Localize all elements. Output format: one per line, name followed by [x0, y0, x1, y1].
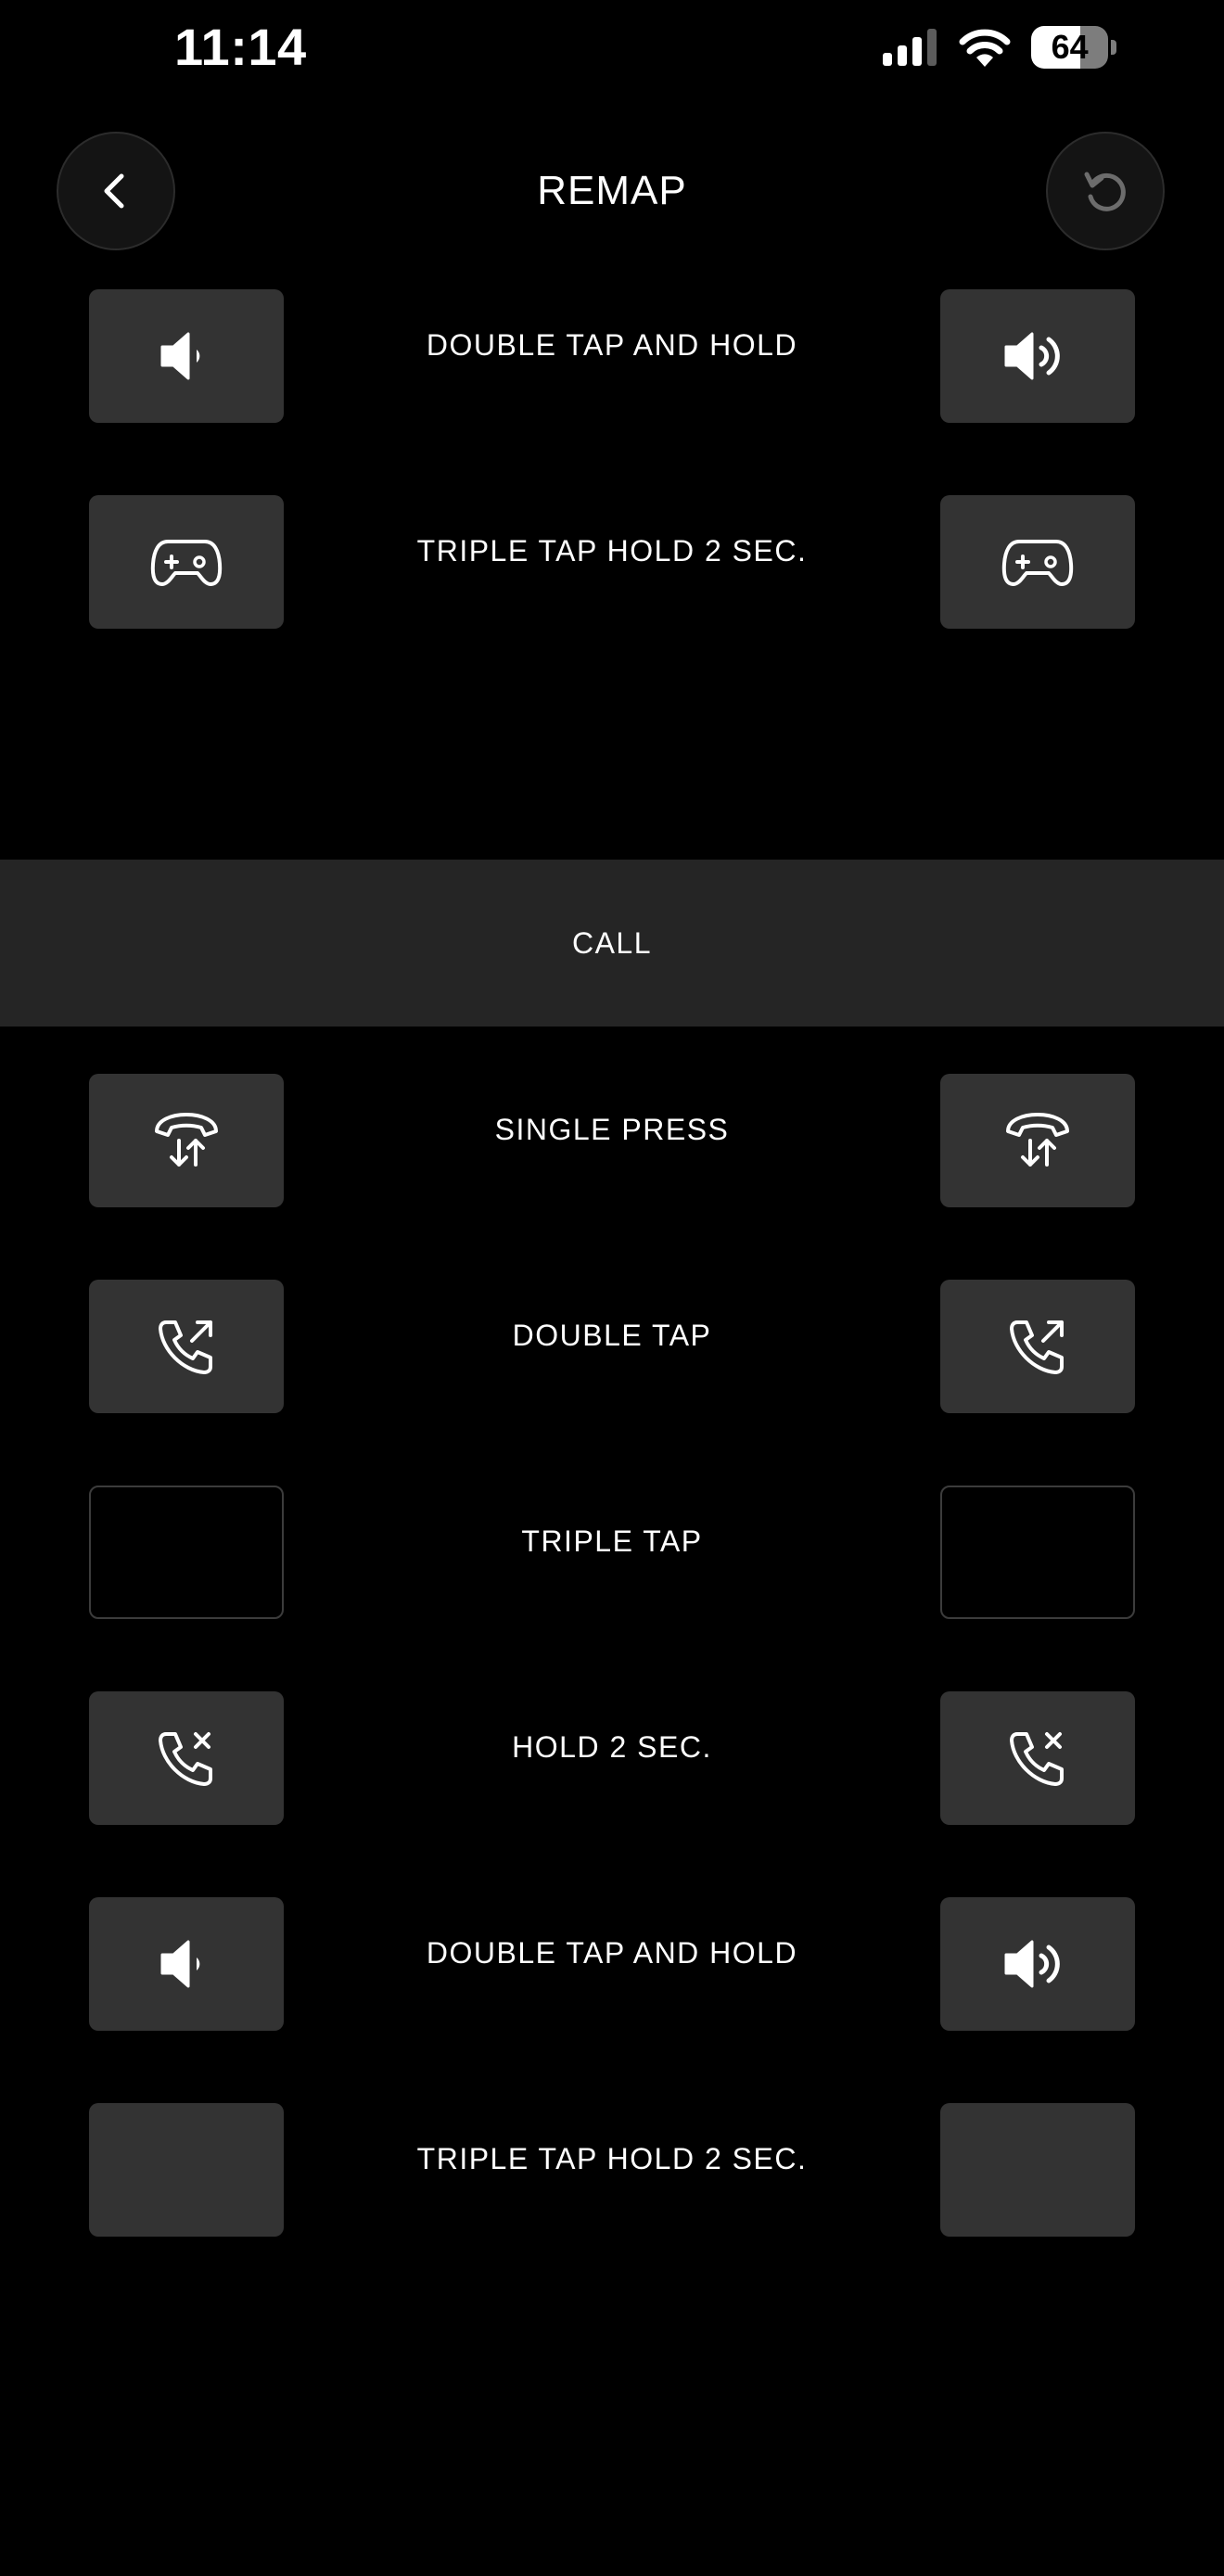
battery-tip — [1111, 40, 1116, 55]
status-icons: 64 — [883, 24, 1116, 70]
right-key-tile[interactable] — [940, 1280, 1135, 1413]
status-bar: 11:14 64 — [0, 0, 1224, 102]
answer-end-call-icon — [149, 1107, 223, 1174]
remap-row: TRIPLE TAP — [0, 1486, 1224, 1619]
left-key-tile[interactable] — [89, 1691, 284, 1825]
battery-icon: 64 — [1031, 26, 1116, 69]
right-key-tile[interactable] — [940, 2103, 1135, 2237]
remap-row: TRIPLE TAP HOLD 2 SEC. — [0, 2103, 1224, 2237]
left-key-tile[interactable] — [89, 2103, 284, 2237]
right-key-tile[interactable] — [940, 289, 1135, 423]
left-key-tile[interactable] — [89, 1280, 284, 1413]
left-key-tile-empty[interactable] — [89, 1486, 284, 1619]
reset-button[interactable] — [1046, 132, 1165, 250]
reset-icon — [1079, 165, 1131, 217]
row-label: TRIPLE TAP HOLD 2 SEC. — [416, 534, 808, 567]
cellular-signal-icon — [883, 29, 938, 66]
reject-call-icon — [153, 1725, 220, 1792]
right-key-tile-empty[interactable] — [940, 1486, 1135, 1619]
outgoing-call-icon — [153, 1313, 220, 1380]
header: REMAP — [0, 130, 1224, 254]
row-label: TRIPLE TAP HOLD 2 SEC. — [416, 2142, 808, 2175]
remap-row: DOUBLE TAP — [0, 1280, 1224, 1413]
volume-down-icon — [153, 1931, 220, 1997]
call-section-header: CALL — [0, 860, 1224, 1027]
right-key-tile[interactable] — [940, 1074, 1135, 1207]
right-key-tile[interactable] — [940, 1691, 1135, 1825]
reject-call-icon — [1004, 1725, 1071, 1792]
gamepad-icon — [1001, 532, 1075, 592]
remap-row: HOLD 2 SEC. — [0, 1691, 1224, 1825]
left-key-tile[interactable] — [89, 495, 284, 629]
volume-down-icon — [153, 323, 220, 389]
left-key-tile[interactable] — [89, 1074, 284, 1207]
page-title: REMAP — [537, 168, 687, 213]
right-key-tile[interactable] — [940, 495, 1135, 629]
gamepad-icon — [149, 532, 223, 592]
right-key-tile[interactable] — [940, 1897, 1135, 2031]
remap-row: TRIPLE TAP HOLD 2 SEC. — [0, 495, 1224, 629]
answer-end-call-icon — [1001, 1107, 1075, 1174]
left-key-tile[interactable] — [89, 1897, 284, 2031]
battery-level: 64 — [1031, 26, 1109, 69]
remap-row: DOUBLE TAP AND HOLD — [0, 1897, 1224, 2031]
row-label: DOUBLE TAP AND HOLD — [426, 1936, 798, 1970]
volume-up-icon — [1001, 323, 1075, 389]
remap-row: DOUBLE TAP AND HOLD — [0, 289, 1224, 423]
row-label: HOLD 2 SEC. — [512, 1730, 712, 1764]
left-key-tile[interactable] — [89, 289, 284, 423]
wifi-icon — [959, 28, 1011, 67]
status-time: 11:14 — [174, 18, 307, 76]
row-label: DOUBLE TAP — [512, 1319, 712, 1352]
volume-up-icon — [1001, 1931, 1075, 1997]
row-label: TRIPLE TAP — [521, 1524, 703, 1558]
outgoing-call-icon — [1004, 1313, 1071, 1380]
row-label: DOUBLE TAP AND HOLD — [426, 328, 798, 362]
row-label: SINGLE PRESS — [494, 1113, 730, 1146]
section-title: CALL — [571, 926, 653, 960]
remap-row: SINGLE PRESS — [0, 1074, 1224, 1207]
